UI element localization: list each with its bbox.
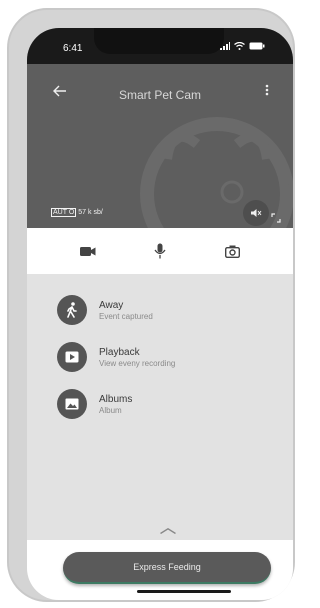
phone-frame: 6:41 Smart Pet Cam AUT O 57 k sb/ Away E… [7, 8, 295, 602]
speaker-muted-icon [251, 209, 262, 217]
talk-button[interactable] [151, 242, 169, 260]
video-feed[interactable]: Smart Pet Cam AUT O 57 k sb/ [27, 64, 293, 228]
menu-item-subtitle: View eveny recording [99, 358, 176, 368]
camera-icon [224, 245, 240, 258]
feature-menu: Away Event captured Playback View eveny … [27, 274, 293, 534]
menu-item-playback[interactable]: Playback View eveny recording [57, 341, 175, 373]
mute-button[interactable] [243, 200, 269, 226]
walking-person-icon [67, 302, 77, 318]
menu-item-title: Playback [99, 346, 140, 358]
battery-icon [249, 42, 265, 53]
app-screen: 6:41 Smart Pet Cam AUT O 57 k sb/ Away E… [27, 28, 293, 600]
camera-controls [27, 228, 293, 274]
stream-stats: AUT O 57 k sb/ [51, 208, 103, 217]
menu-item-subtitle: Event captured [99, 311, 153, 321]
menu-item-title: Albums [99, 393, 133, 405]
express-feeding-button[interactable]: Express Feeding [63, 552, 271, 584]
menu-item-away[interactable]: Away Event captured [57, 294, 153, 326]
image-icon [65, 398, 79, 410]
video-camera-icon [80, 246, 96, 256]
play-icon [65, 351, 79, 363]
status-time: 6:41 [63, 43, 83, 54]
microphone-icon [154, 243, 166, 259]
menu-item-subtitle: Album [99, 405, 122, 415]
home-indicator [137, 590, 231, 593]
menu-item-title: Away [99, 299, 124, 311]
fullscreen-icon[interactable] [271, 210, 281, 228]
bitrate-readout: 57 k sb/ [78, 209, 103, 216]
more-options-icon[interactable] [265, 84, 269, 97]
auto-quality-badge[interactable]: AUT O [51, 208, 77, 217]
snapshot-button[interactable] [223, 242, 241, 260]
wifi-icon [234, 41, 245, 53]
notch [94, 28, 224, 54]
page-title: Smart Pet Cam [118, 88, 202, 102]
chevron-up-icon[interactable] [160, 521, 176, 539]
menu-item-albums[interactable]: Albums Album [57, 388, 132, 420]
record-video-button[interactable] [79, 242, 97, 260]
